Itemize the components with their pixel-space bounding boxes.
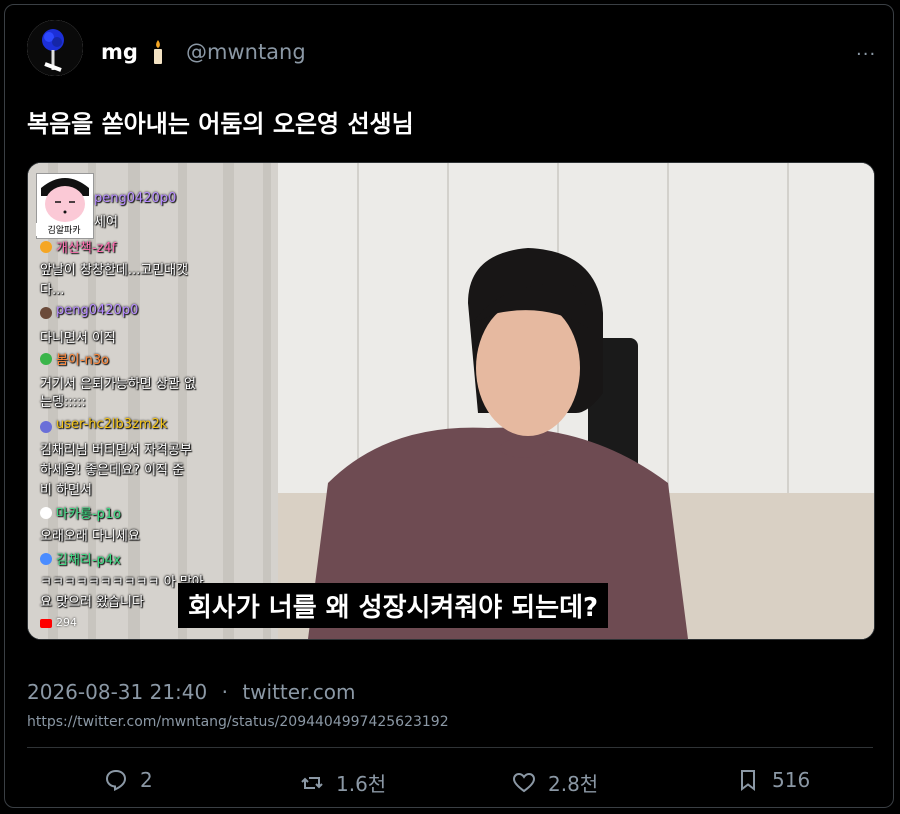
retweet-count: 1.6천 (336, 772, 387, 796)
chat-badge-icon (40, 307, 52, 319)
video-thumbnail[interactable]: 김알파카 peng0420p0 세여 개산책-z4f 앞날이 창창한데...고민… (27, 162, 875, 640)
candle-icon (154, 40, 162, 64)
author-avatar[interactable] (27, 20, 83, 76)
author-name[interactable]: mg (101, 40, 138, 64)
chat-badge-icon (40, 241, 52, 253)
post-meta: 2026-08-31 21:40 · twitter.com (27, 680, 356, 704)
live-chat-overlay: 김알파카 peng0420p0 세여 개산책-z4f 앞날이 창창한데...고민… (28, 163, 248, 639)
video-subtitle: 회사가 너를 왜 성장시켜줘야 되는데? (178, 583, 609, 628)
post-timestamp[interactable]: 2026-08-31 21:40 (27, 680, 207, 704)
meta-separator: · (221, 680, 228, 704)
chat-user: 개산책-z4f (56, 241, 117, 256)
divider (27, 747, 873, 748)
bookmark-count: 516 (772, 768, 811, 792)
stamp-label: 김알파카 (36, 223, 92, 236)
character-face-icon (37, 174, 93, 224)
chat-badge-icon (40, 553, 52, 565)
chat-message: 는뎅::::: (40, 395, 86, 410)
chat-message: 앞날이 창창한데...고민대갯 (40, 263, 189, 278)
reply-count: 2 (140, 768, 153, 792)
chat-badge-icon (40, 421, 52, 433)
bookmark-button[interactable]: 516 (736, 768, 810, 792)
chat-message: 하세용! 좋은데요? 이직 준 (40, 463, 185, 478)
author-handle[interactable]: @mwntang (186, 40, 306, 64)
viewer-count-value: 294 (56, 616, 77, 629)
chat-user: 봄이-n3o (56, 353, 110, 368)
chat-message: 요 맞으러 왔습니다 (40, 595, 144, 610)
blue-rose-icon (27, 20, 83, 76)
more-options-button[interactable]: ··· (856, 44, 876, 65)
post-url[interactable]: https://twitter.com/mwntang/status/20944… (27, 714, 449, 730)
reply-button[interactable]: 2 (104, 768, 153, 792)
like-button[interactable]: 2.8천 (512, 768, 598, 797)
chat-message: 오래오래 다니세요 (40, 529, 140, 544)
bookmark-icon (741, 770, 755, 791)
chat-badge-icon (40, 353, 52, 365)
chat-message: 세여 (94, 215, 118, 230)
retweet-icon (301, 776, 323, 789)
action-bar: 2 1.6천 2.8천 516 (0, 762, 900, 802)
chat-user: 김채리-p4x (56, 553, 121, 568)
retweet-button[interactable]: 1.6천 (300, 768, 386, 797)
post-source[interactable]: twitter.com (242, 680, 355, 704)
chat-user: peng0420p0 (94, 191, 177, 206)
chat-message: 거기서 은퇴가능하면 상관 없 (40, 377, 196, 392)
chat-message: 비 하면서 (40, 483, 92, 498)
chat-message: 다... (40, 283, 65, 298)
heart-icon (512, 772, 536, 792)
post-text: 복음을 쏟아내는 어둠의 오은영 선생님 (27, 110, 414, 138)
chat-message: 다니면서 이직 (40, 331, 116, 346)
chat-message: 김채리님 버티면서 자격공부 (40, 443, 192, 458)
chat-badge-icon (40, 507, 52, 519)
viewer-count: 294 (40, 616, 77, 629)
like-count: 2.8천 (548, 772, 599, 796)
chat-user: peng0420p0 (56, 303, 139, 318)
youtube-icon (40, 618, 52, 628)
chat-user: user-hc2lb3zm2k (56, 417, 168, 432)
reply-icon (105, 769, 127, 792)
chat-user: 마카롱-p1o (56, 507, 122, 522)
